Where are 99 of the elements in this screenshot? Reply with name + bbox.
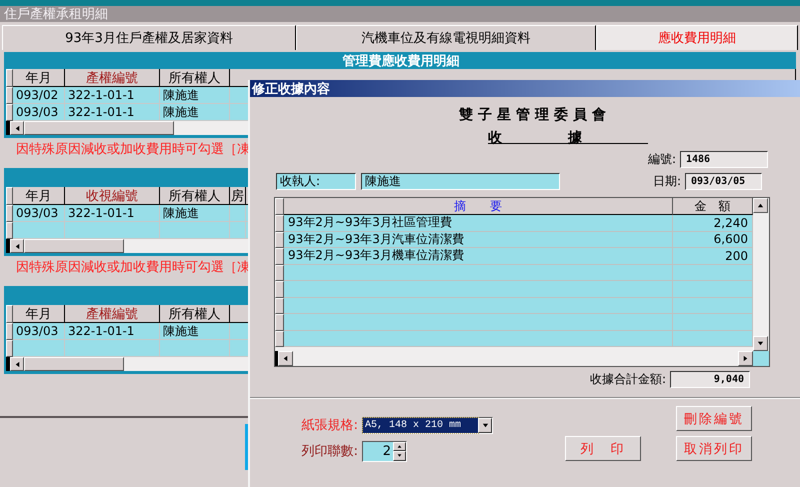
column-header: 產權編號 — [65, 69, 160, 87]
table-cell: 093/03 — [13, 323, 65, 340]
left-arrow-icon — [14, 360, 20, 368]
row-selector[interactable] — [275, 198, 284, 215]
scroll-thumb[interactable] — [24, 121, 174, 135]
row-selector[interactable] — [275, 264, 284, 281]
row-selector[interactable] — [6, 305, 13, 323]
tab[interactable]: 汽機車位及有線電視明細資料 — [296, 25, 596, 50]
paper-size-label: 紙張規格: — [300, 417, 358, 434]
date-label: 日期: — [652, 173, 681, 190]
row-selector[interactable] — [6, 104, 13, 121]
column-header: 所有權人 — [160, 69, 230, 87]
table-cell: 322-1-01-1 — [65, 87, 160, 104]
table-cell: 6,600 — [673, 232, 753, 248]
row-selector[interactable] — [6, 205, 13, 222]
row-selector[interactable] — [275, 330, 284, 347]
copies-label: 列印聯數: — [300, 443, 358, 460]
row-selector[interactable] — [6, 323, 13, 340]
row-selector[interactable] — [6, 87, 13, 104]
total-field: 9,040 — [670, 371, 750, 388]
table-cell: 陳施進 — [160, 104, 230, 121]
table-cell — [230, 205, 246, 222]
dropdown-button[interactable] — [478, 418, 492, 432]
receipt-heading: 收據 — [488, 129, 648, 147]
table-cell: 93年2月~93年3月機車位清潔費 — [284, 248, 673, 264]
table-cell: 093/03 — [13, 205, 65, 222]
column-header: 房 — [230, 187, 246, 205]
window-title: 住戶產權承租明細 — [4, 6, 108, 23]
column-header: 金 額 — [673, 198, 753, 215]
table-cell: 322-1-01-1 — [65, 104, 160, 121]
horizontal-scrollbar[interactable] — [275, 351, 753, 366]
table-cell: 陳施進 — [160, 205, 230, 222]
vertical-scrollbar[interactable] — [753, 198, 769, 366]
row-selector[interactable] — [275, 314, 284, 330]
table-cell: 陳施進 — [160, 323, 230, 340]
paper-size-dropdown[interactable]: A5, 148 x 210 mm — [362, 416, 493, 434]
date-field: 093/03/05 — [685, 173, 762, 190]
up-arrow-icon — [397, 444, 402, 449]
row-selector[interactable] — [275, 248, 284, 264]
spin-up-button[interactable] — [393, 442, 406, 451]
copies-spinner[interactable]: 2 — [362, 440, 407, 462]
left-arrow-icon — [14, 124, 20, 132]
column-header: 所有權人 — [160, 187, 230, 205]
table-cell: 093/03 — [13, 104, 65, 121]
left-arrow-icon — [282, 355, 289, 362]
table-cell: 322-1-01-1 — [65, 205, 160, 222]
payee-label: 收執人: — [276, 173, 356, 190]
tab[interactable]: 93年3月住戶產權及居家資料 — [2, 25, 296, 50]
left-arrow-icon — [14, 242, 20, 250]
number-field: 1486 — [680, 151, 768, 168]
down-arrow-icon — [482, 422, 488, 428]
table-cell — [13, 222, 65, 239]
table-cell: 322-1-01-1 — [65, 323, 160, 340]
payee-field[interactable]: 陳施進 — [361, 173, 560, 190]
row-selector[interactable] — [275, 281, 284, 298]
total-label: 收據合計金額: — [590, 371, 666, 388]
table-cell: 陳施進 — [160, 87, 230, 104]
column-header: 年月 — [13, 305, 65, 323]
scroll-thumb[interactable] — [24, 239, 124, 253]
up-arrow-icon — [757, 202, 764, 209]
table-cell: 2,240 — [673, 215, 753, 232]
down-arrow-icon — [757, 340, 764, 347]
scroll-right-button[interactable] — [738, 351, 753, 366]
table-cell — [160, 222, 230, 239]
row-selector[interactable] — [6, 187, 13, 205]
tab[interactable]: 應收費用明細 — [596, 25, 798, 50]
table-cell: 93年2月~93年3月汽車位清潔費 — [284, 232, 673, 248]
scroll-thumb[interactable] — [24, 357, 124, 371]
scroll-up-button[interactable] — [753, 198, 768, 213]
column-header: 所有權人 — [160, 305, 230, 323]
row-selector[interactable] — [275, 215, 284, 232]
scrollbar-corner — [753, 351, 769, 366]
scroll-down-button[interactable] — [753, 336, 768, 351]
column-header: 摘 要 — [284, 198, 673, 215]
number-label: 編號: — [648, 151, 676, 168]
dialog-title: 修正收據內容 — [252, 80, 330, 98]
table-cell — [13, 340, 65, 357]
row-selector[interactable] — [6, 222, 13, 239]
scroll-left-button[interactable] — [10, 239, 24, 253]
scroll-left-button[interactable] — [10, 357, 24, 371]
table-cell — [230, 222, 246, 239]
table-cell: 093/02 — [13, 87, 65, 104]
column-header: 產權編號 — [65, 305, 160, 323]
table-cell: 200 — [673, 248, 753, 264]
spin-down-button[interactable] — [393, 451, 406, 460]
scroll-left-button[interactable] — [10, 121, 24, 135]
row-selector[interactable] — [275, 232, 284, 248]
row-selector[interactable] — [275, 298, 284, 314]
panel-title: 管理費應收費用明細 — [342, 52, 460, 70]
column-header: 年月 — [13, 69, 65, 87]
row-selector[interactable] — [6, 340, 13, 357]
table-cell: 93年2月~93年3月社區管理費 — [284, 215, 673, 232]
right-arrow-icon — [742, 355, 749, 362]
column-header: 收視編號 — [65, 187, 160, 205]
column-header: 年月 — [13, 187, 65, 205]
row-selector[interactable] — [6, 69, 13, 87]
organization-name: 雙子星管理委員會 — [459, 106, 611, 124]
down-arrow-icon — [397, 453, 402, 458]
scroll-left-button[interactable] — [278, 351, 293, 366]
